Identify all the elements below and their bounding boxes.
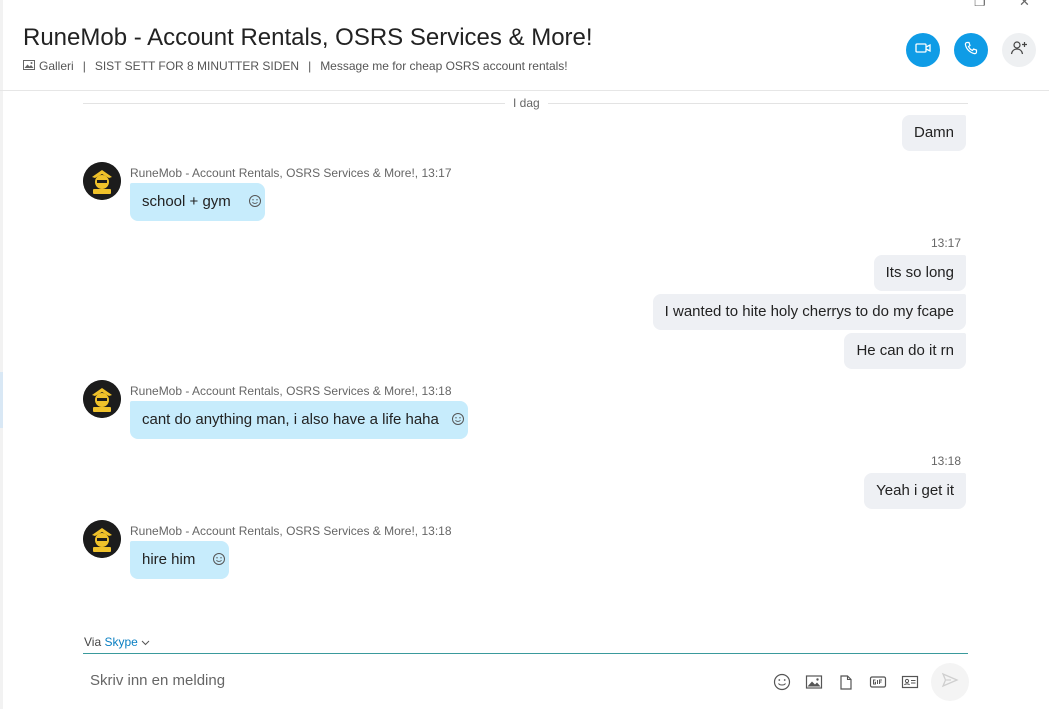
message-text: school + gym: [142, 193, 231, 210]
sidebar-edge: [0, 0, 3, 709]
message-time: 13:18: [421, 384, 452, 398]
message-sender: RuneMob - Account Rentals, OSRS Services…: [130, 166, 452, 180]
sidebar-selection-marker: [0, 372, 3, 428]
gif-icon[interactable]: [868, 672, 888, 692]
message-time: 13:17: [930, 236, 961, 250]
sender-name[interactable]: RuneMob - Account Rentals, OSRS Services…: [130, 166, 418, 180]
video-call-icon: [915, 41, 931, 59]
incoming-message[interactable]: school + gym: [130, 183, 265, 221]
chat-header: RuneMob - Account Rentals, OSRS Services…: [0, 0, 1049, 91]
reaction-icon[interactable]: [248, 185, 262, 207]
emoji-icon[interactable]: [772, 672, 792, 692]
outgoing-message[interactable]: He can do it rn: [844, 333, 966, 369]
add-person-icon: [1010, 40, 1028, 61]
compose-divider: [83, 653, 968, 654]
sender-name[interactable]: RuneMob - Account Rentals, OSRS Services…: [130, 524, 418, 538]
send-icon: [941, 672, 959, 693]
message-input[interactable]: Skriv inn en melding: [90, 672, 225, 689]
via-service-selector[interactable]: Via Skype: [84, 635, 150, 649]
chat-title[interactable]: RuneMob - Account Rentals, OSRS Services…: [23, 24, 593, 52]
gallery-icon[interactable]: [23, 59, 35, 73]
via-service-name[interactable]: Skype: [104, 635, 137, 649]
incoming-message[interactable]: hire him: [130, 541, 229, 579]
divider: |: [308, 59, 312, 73]
incoming-message[interactable]: cant do anything man, i also have a life…: [130, 401, 468, 439]
send-button[interactable]: [931, 663, 969, 701]
add-participant-button[interactable]: [1002, 33, 1036, 67]
image-icon[interactable]: [804, 672, 824, 692]
contact-avatar[interactable]: [83, 380, 121, 418]
audio-call-icon: [964, 41, 978, 60]
day-separator-label: I dag: [505, 96, 548, 110]
contact-avatar[interactable]: [83, 520, 121, 558]
outgoing-message[interactable]: Its so long: [873, 255, 966, 291]
outgoing-message[interactable]: Damn: [901, 115, 966, 151]
message-sender: RuneMob - Account Rentals, OSRS Services…: [130, 384, 452, 398]
message-text: hire him: [142, 551, 196, 568]
message-text: cant do anything man, i also have a life…: [142, 411, 439, 428]
chevron-down-icon[interactable]: [141, 635, 150, 649]
chat-subtitle: Galleri | SIST SETT FOR 8 MINUTTER SIDEN…: [23, 59, 568, 73]
outgoing-message[interactable]: Yeah i get it: [864, 473, 966, 509]
last-seen-status: SIST SETT FOR 8 MINUTTER SIDEN: [94, 59, 300, 73]
message-time: 13:18: [421, 524, 452, 538]
contact-card-icon[interactable]: [900, 672, 920, 692]
reaction-icon[interactable]: [451, 403, 465, 425]
gallery-link[interactable]: Galleri: [39, 59, 74, 73]
divider: |: [82, 59, 86, 73]
audio-call-button[interactable]: [954, 33, 988, 67]
reaction-icon[interactable]: [212, 543, 226, 565]
outgoing-message[interactable]: I wanted to hite holy cherrys to do my f…: [652, 294, 966, 330]
contact-avatar[interactable]: [83, 162, 121, 200]
video-call-button[interactable]: [906, 33, 940, 67]
message-sender: RuneMob - Account Rentals, OSRS Services…: [130, 524, 452, 538]
sender-name[interactable]: RuneMob - Account Rentals, OSRS Services…: [130, 384, 418, 398]
via-label: Via: [84, 635, 102, 649]
file-icon[interactable]: [836, 672, 856, 692]
message-time: 13:17: [421, 166, 452, 180]
mood-message: Message me for cheap OSRS account rental…: [320, 59, 568, 73]
message-time: 13:18: [930, 454, 961, 468]
